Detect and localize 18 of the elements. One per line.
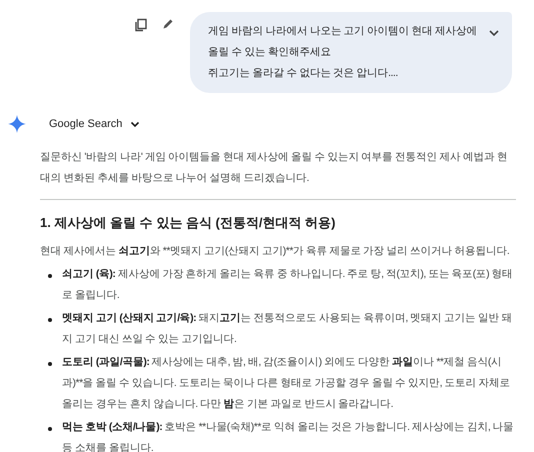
source-label: Google Search xyxy=(49,118,122,130)
bullet-text: 도토리 (과일/곡물): 제사상에는 대추, 밤, 배, 감(조율이시) 외에도 다양한 과일이나 **제철 음식(시과)**을 올릴 수 있습니다. 도토리는 묵이나 다른 형태로 가공할 경우 올릴 수 있지만, 도토리 자체로 올리는 경우는 흔치 않습니다. 다만 밤은 기본 과일로 반드시 올라갑니다. xyxy=(62,355,511,412)
bullet-text: 멧돼지 고기 (산돼지 고기/육): 돼지고기는 전통적으로도 사용되는 육류이며, 멧돼지 고기는 일반 돼지 고기 대신 쓰일 수 있는 고기입니다. xyxy=(62,311,513,347)
bullet-dot xyxy=(48,362,52,366)
bullet-dot xyxy=(48,427,52,431)
chevron-down-icon[interactable] xyxy=(130,120,140,128)
query-text: 쥐고기는 올라갈 수 없다는 것은 압니다.... xyxy=(208,66,399,81)
edit-icon[interactable] xyxy=(162,18,174,30)
sparkle-icon xyxy=(8,115,26,133)
copy-icon[interactable] xyxy=(134,18,148,32)
query-text: 게임 바람의 나라에서 나오는 고기 아이템이 현대 제사상에 올릴 수 있는 확인해주세요 xyxy=(208,24,478,60)
bullet-dot xyxy=(48,318,52,322)
section-heading: 1. 제사상에 올릴 수 있는 음식 (전통적/현대적 허용) xyxy=(40,214,336,232)
lead-paragraph: 현대 제사에서는 쇠고기와 **멧돼지 고기(산돼지 고기)**가 육류 제물로 가장 널리 쓰이거나 허용됩니다. xyxy=(40,244,510,259)
chevron-down-icon[interactable] xyxy=(488,29,500,37)
bullet-text: 쇠고기 (육): 제사상에 가장 흔하게 올리는 육류 중 하나입니다. 주로 탕, 적(꼬치), 또는 육포(포) 형태로 올립니다. xyxy=(62,267,514,303)
intro-paragraph: 질문하신 '바람의 나라' 게임 아이템들을 현대 제사상에 올릴 수 있는지 여부를 전통적인 제사 예법과 현대의 변화된 추세를 바탕으로 나누어 설명해 드리겠습니다. xyxy=(40,150,508,186)
bullet-dot xyxy=(48,274,52,278)
